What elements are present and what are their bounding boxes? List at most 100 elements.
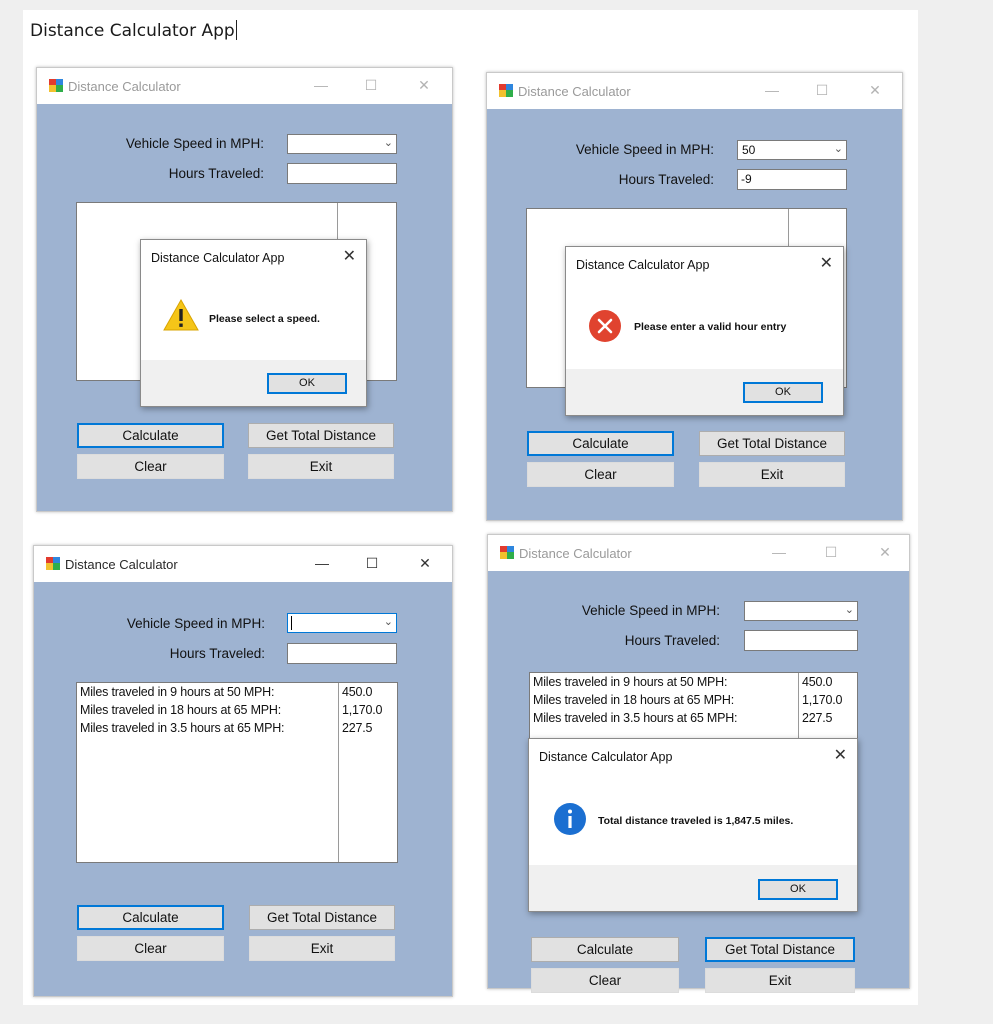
info-icon: [554, 803, 586, 835]
clear-button[interactable]: Clear: [77, 936, 224, 961]
get-total-distance-button[interactable]: Get Total Distance: [705, 937, 855, 962]
get-total-distance-button[interactable]: Get Total Distance: [249, 905, 395, 930]
dialog-title: Distance Calculator App: [576, 258, 710, 272]
hours-label: Hours Traveled:: [618, 172, 714, 187]
title-bar[interactable]: Distance Calculator — ☐ ✕: [488, 535, 909, 571]
result-description: Miles traveled in 3.5 hours at 65 MPH:: [533, 711, 738, 725]
text-cursor: [235, 20, 237, 40]
speed-combobox[interactable]: ⌄: [287, 134, 397, 154]
title-bar[interactable]: Distance Calculator — ☐ ✕: [34, 546, 452, 582]
results-listbox[interactable]: Miles traveled in 9 hours at 50 MPH: 450…: [76, 682, 398, 863]
title-bar[interactable]: Distance Calculator — ☐ ✕: [487, 73, 902, 109]
exit-button[interactable]: Exit: [699, 462, 845, 487]
result-miles: 227.5: [342, 721, 373, 735]
close-button[interactable]: ✕: [874, 542, 896, 562]
minimize-button[interactable]: —: [761, 80, 783, 100]
speed-combobox[interactable]: ⌄: [744, 601, 858, 621]
result-miles: 1,170.0: [802, 693, 843, 707]
listbox-column-divider: [338, 683, 339, 862]
window-title: Distance Calculator: [519, 546, 632, 561]
dialog-message: Please select a speed.: [209, 313, 320, 325]
exit-button[interactable]: Exit: [705, 968, 855, 993]
exit-button[interactable]: Exit: [248, 454, 394, 479]
dialog-title: Distance Calculator App: [539, 750, 673, 764]
hours-label: Hours Traveled:: [168, 166, 264, 181]
input-cursor: [291, 616, 292, 630]
ok-button[interactable]: OK: [267, 373, 347, 394]
document-title: Distance Calculator App: [30, 20, 237, 41]
app-icon: [500, 546, 514, 559]
chevron-down-icon[interactable]: ⌄: [384, 615, 393, 628]
window-title: Distance Calculator: [65, 557, 178, 572]
speed-value: 50: [742, 143, 756, 157]
dialog-close-button[interactable]: ✕: [820, 253, 833, 273]
minimize-button[interactable]: —: [768, 542, 790, 562]
minimize-button[interactable]: —: [310, 75, 332, 95]
hours-label: Hours Traveled:: [169, 646, 265, 661]
close-button[interactable]: ✕: [414, 553, 436, 573]
chevron-down-icon[interactable]: ⌄: [834, 142, 843, 155]
speed-label: Vehicle Speed in MPH:: [126, 616, 265, 631]
dialog-message: Total distance traveled is 1,847.5 miles…: [598, 815, 794, 827]
window-panel-4: Distance Calculator — ☐ ✕ Vehicle Speed …: [487, 534, 910, 993]
speed-combobox[interactable]: ⌄: [287, 613, 397, 633]
ok-button[interactable]: OK: [743, 382, 823, 403]
dialog-close-button[interactable]: ✕: [343, 246, 356, 266]
clear-button[interactable]: Clear: [77, 454, 224, 479]
hours-input[interactable]: [744, 630, 858, 651]
clear-button[interactable]: Clear: [531, 968, 679, 993]
speed-combobox[interactable]: 50 ⌄: [737, 140, 847, 160]
window-title: Distance Calculator: [68, 79, 181, 94]
speed-label: Vehicle Speed in MPH:: [575, 142, 714, 157]
result-miles: 450.0: [342, 685, 373, 699]
result-description: Miles traveled in 18 hours at 65 MPH:: [533, 693, 735, 707]
close-button[interactable]: ✕: [864, 80, 886, 100]
app-icon: [49, 79, 63, 92]
minimize-button[interactable]: —: [311, 553, 333, 573]
maximize-button[interactable]: ☐: [361, 553, 383, 573]
dialog-footer: OK: [566, 369, 843, 415]
window-panel-3: Distance Calculator — ☐ ✕ Vehicle Speed …: [33, 545, 453, 997]
result-description: Miles traveled in 9 hours at 50 MPH:: [80, 685, 275, 699]
dialog-footer: OK: [529, 865, 857, 911]
chevron-down-icon[interactable]: ⌄: [845, 603, 854, 616]
result-description: Miles traveled in 9 hours at 50 MPH:: [533, 675, 728, 689]
get-total-distance-button[interactable]: Get Total Distance: [248, 423, 394, 448]
hours-input[interactable]: [287, 643, 397, 664]
chevron-down-icon[interactable]: ⌄: [384, 136, 393, 149]
hours-value: -9: [741, 172, 752, 186]
clear-button[interactable]: Clear: [527, 462, 674, 487]
dialog-close-button[interactable]: ✕: [834, 745, 847, 765]
hours-input[interactable]: [287, 163, 397, 184]
speed-label: Vehicle Speed in MPH:: [125, 136, 264, 151]
close-button[interactable]: ✕: [413, 75, 435, 95]
result-description: Miles traveled in 3.5 hours at 65 MPH:: [80, 721, 285, 735]
message-dialog: Distance Calculator App ✕ Total distance…: [528, 738, 858, 912]
dialog-title: Distance Calculator App: [151, 251, 285, 265]
error-icon: [589, 310, 621, 342]
exit-button[interactable]: Exit: [249, 936, 395, 961]
calculate-button[interactable]: Calculate: [527, 431, 674, 456]
message-dialog: Distance Calculator App ✕ Please enter a…: [565, 246, 844, 416]
title-bar[interactable]: Distance Calculator — ☐ ✕: [37, 68, 452, 104]
window-panel-2: Distance Calculator — ☐ ✕ Vehicle Speed …: [486, 72, 903, 521]
maximize-button[interactable]: ☐: [360, 75, 382, 95]
result-miles: 450.0: [802, 675, 833, 689]
dialog-message: Please enter a valid hour entry: [634, 321, 787, 333]
dialog-footer: OK: [141, 360, 366, 406]
warning-icon: [163, 299, 199, 331]
hours-input[interactable]: -9: [737, 169, 847, 190]
app-icon: [46, 557, 60, 570]
hours-label: Hours Traveled:: [624, 633, 720, 648]
ok-button[interactable]: OK: [758, 879, 838, 900]
calculate-button[interactable]: Calculate: [531, 937, 679, 962]
maximize-button[interactable]: ☐: [820, 542, 842, 562]
get-total-distance-button[interactable]: Get Total Distance: [699, 431, 845, 456]
maximize-button[interactable]: ☐: [811, 80, 833, 100]
window-panel-1: Distance Calculator — ☐ ✕ Vehicle Speed …: [36, 67, 453, 512]
form-client-area: Vehicle Speed in MPH: ⌄ Hours Traveled: …: [34, 582, 452, 996]
calculate-button[interactable]: Calculate: [77, 905, 224, 930]
calculate-button[interactable]: Calculate: [77, 423, 224, 448]
result-description: Miles traveled in 18 hours at 65 MPH:: [80, 703, 282, 717]
result-miles: 227.5: [802, 711, 833, 725]
